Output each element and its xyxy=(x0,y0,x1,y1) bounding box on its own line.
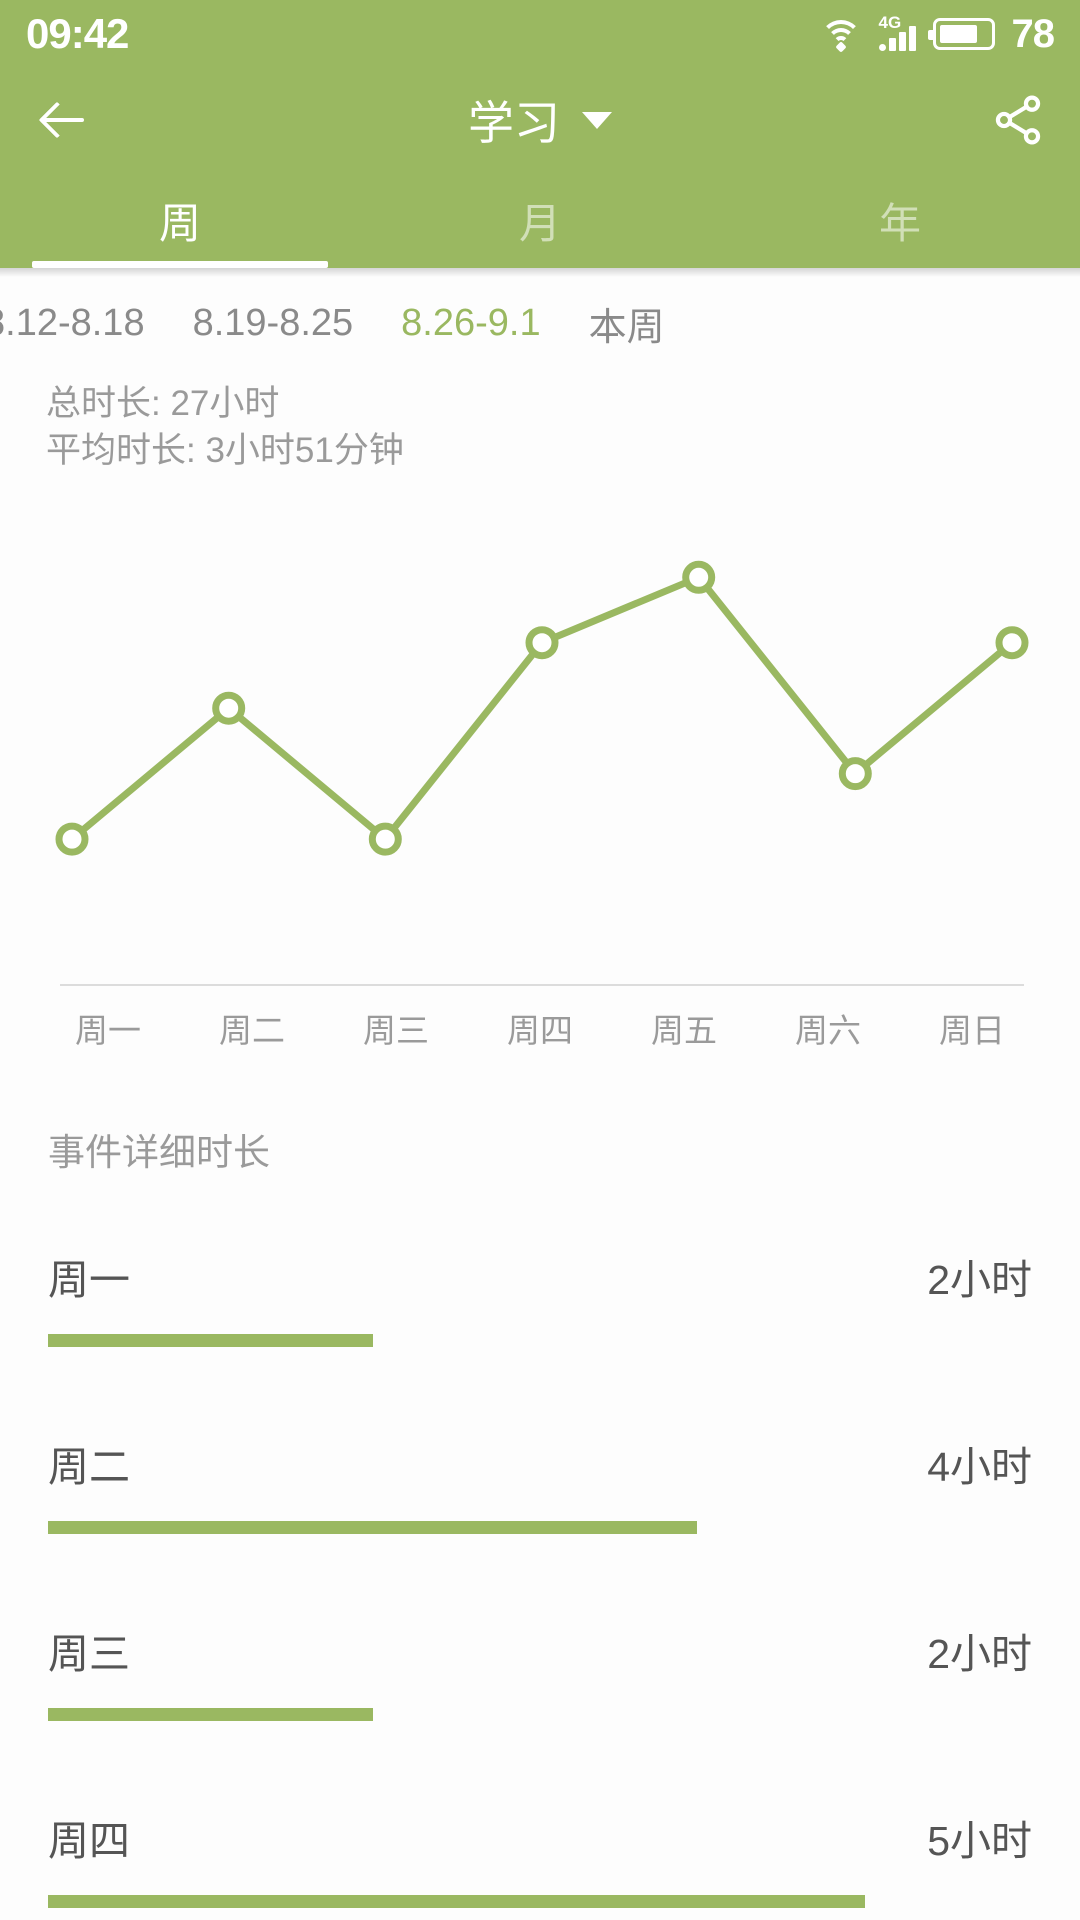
page-title[interactable]: 学习 xyxy=(468,87,560,153)
detail-row-header: 周三 2小时 xyxy=(48,1620,1032,1680)
share-icon[interactable] xyxy=(990,92,1046,148)
app-bar: 学习 xyxy=(0,68,1080,172)
total-duration-label: 总时长: 27小时 xyxy=(46,384,280,423)
app-screen: 09:42 4G 78 学习 周 月 年 8.12-8.18 8.19-8.25… xyxy=(0,0,1080,1920)
detail-row-value: 2小时 xyxy=(927,1257,1032,1304)
detail-row-bar xyxy=(48,1521,698,1535)
battery-icon xyxy=(927,18,995,50)
tab-month-label: 月 xyxy=(518,199,561,247)
chart-point-周六[interactable] xyxy=(838,757,872,791)
chart-point-周三[interactable] xyxy=(368,822,402,856)
detail-row-spacer xyxy=(48,1347,1032,1397)
x-tick-周日: 周日 xyxy=(939,1012,1005,1050)
detail-row-bar xyxy=(48,1708,373,1722)
battery-level-label: 78 xyxy=(1011,11,1055,56)
detail-row-bar-track xyxy=(48,1708,1032,1722)
back-arrow-icon[interactable] xyxy=(34,91,92,149)
detail-row-label: 周一 xyxy=(48,1257,130,1304)
detail-row-bar-track xyxy=(48,1895,1032,1909)
detail-row-header: 周二 4小时 xyxy=(48,1433,1032,1493)
chart-point-周一[interactable] xyxy=(55,822,89,856)
period-tabs: 周 月 年 xyxy=(0,172,1080,268)
detail-row-spacer xyxy=(48,1908,1032,1920)
app-header: 09:42 4G 78 学习 周 月 年 xyxy=(0,0,1080,268)
x-tick-周一: 周一 xyxy=(75,1012,141,1050)
chart-data-points xyxy=(55,560,1029,856)
status-clock: 09:42 xyxy=(26,10,129,57)
network-type-label: 4G xyxy=(878,13,902,32)
x-tick-周六: 周六 xyxy=(795,1012,861,1050)
weekly-line-chart xyxy=(0,508,1080,998)
detail-section-title: 事件详细时长 xyxy=(48,1132,270,1174)
detail-row-bar-track xyxy=(48,1334,1032,1348)
detail-row-list: 周一2小时周二4小时周三2小时周四5小时周五6小时 xyxy=(0,1210,1080,1920)
detail-row-spacer xyxy=(48,1721,1032,1771)
line-chart-canvas xyxy=(55,560,1029,987)
detail-row-label: 周三 xyxy=(48,1631,130,1678)
date-range-selector: 8.12-8.18 8.19-8.25 8.26-9.1 本周 xyxy=(0,277,1080,369)
tab-week[interactable]: 周 xyxy=(0,172,360,268)
detail-row-value: 4小时 xyxy=(927,1444,1032,1491)
date-range-this-week[interactable]: 本周 xyxy=(589,296,665,351)
detail-row[interactable]: 周三 2小时 xyxy=(48,1584,1032,1722)
tab-week-label: 周 xyxy=(158,199,201,247)
header-shadow xyxy=(0,268,1080,277)
detail-row-value: 2小时 xyxy=(927,1631,1032,1678)
x-tick-周二: 周二 xyxy=(219,1012,285,1050)
status-bar: 09:42 4G 78 xyxy=(0,0,1080,68)
date-range-prev-1[interactable]: 8.19-8.25 xyxy=(193,302,354,345)
x-tick-周四: 周四 xyxy=(507,1012,573,1050)
tab-year-label: 年 xyxy=(878,199,921,247)
chart-point-周五[interactable] xyxy=(682,560,716,594)
app-bar-title-group: 学习 xyxy=(0,68,1080,172)
detail-row-header: 周一 2小时 xyxy=(48,1246,1032,1306)
chevron-down-icon[interactable] xyxy=(582,111,612,129)
date-range-current[interactable]: 8.26-9.1 xyxy=(401,302,540,345)
detail-row-label: 周四 xyxy=(48,1818,130,1865)
detail-row-bar xyxy=(48,1334,373,1348)
detail-row-spacer xyxy=(48,1534,1032,1584)
status-indicators: 4G 78 xyxy=(819,11,1055,57)
detail-row[interactable]: 周四 5小时 xyxy=(48,1771,1032,1909)
detail-row-header: 周四 5小时 xyxy=(48,1807,1032,1867)
signal-bars-icon: 4G xyxy=(878,13,916,51)
detail-row[interactable]: 周一 2小时 xyxy=(48,1210,1032,1348)
average-duration-label: 平均时长: 3小时51分钟 xyxy=(46,430,404,470)
chart-point-周四[interactable] xyxy=(525,626,559,660)
tab-year[interactable]: 年 xyxy=(720,172,1080,268)
detail-row-bar xyxy=(48,1895,865,1909)
chart-x-axis-labels: 周一 周二 周三 周四 周五 周六 周日 xyxy=(0,1004,1080,1052)
date-range-prev-2[interactable]: 8.12-8.18 xyxy=(0,302,145,345)
detail-row-bar-track xyxy=(48,1521,1032,1535)
detail-row-label: 周二 xyxy=(48,1444,130,1491)
x-tick-周三: 周三 xyxy=(363,1012,429,1050)
detail-row[interactable]: 周二 4小时 xyxy=(48,1397,1032,1535)
summary-block: 总时长: 27小时 平均时长: 3小时51分钟 xyxy=(0,369,1080,474)
chart-point-周日[interactable] xyxy=(995,626,1029,660)
chart-point-周二[interactable] xyxy=(212,691,246,725)
detail-row-value: 5小时 xyxy=(927,1818,1032,1865)
tab-month[interactable]: 月 xyxy=(360,172,720,268)
x-tick-周五: 周五 xyxy=(651,1012,717,1050)
wifi-icon xyxy=(819,18,862,53)
